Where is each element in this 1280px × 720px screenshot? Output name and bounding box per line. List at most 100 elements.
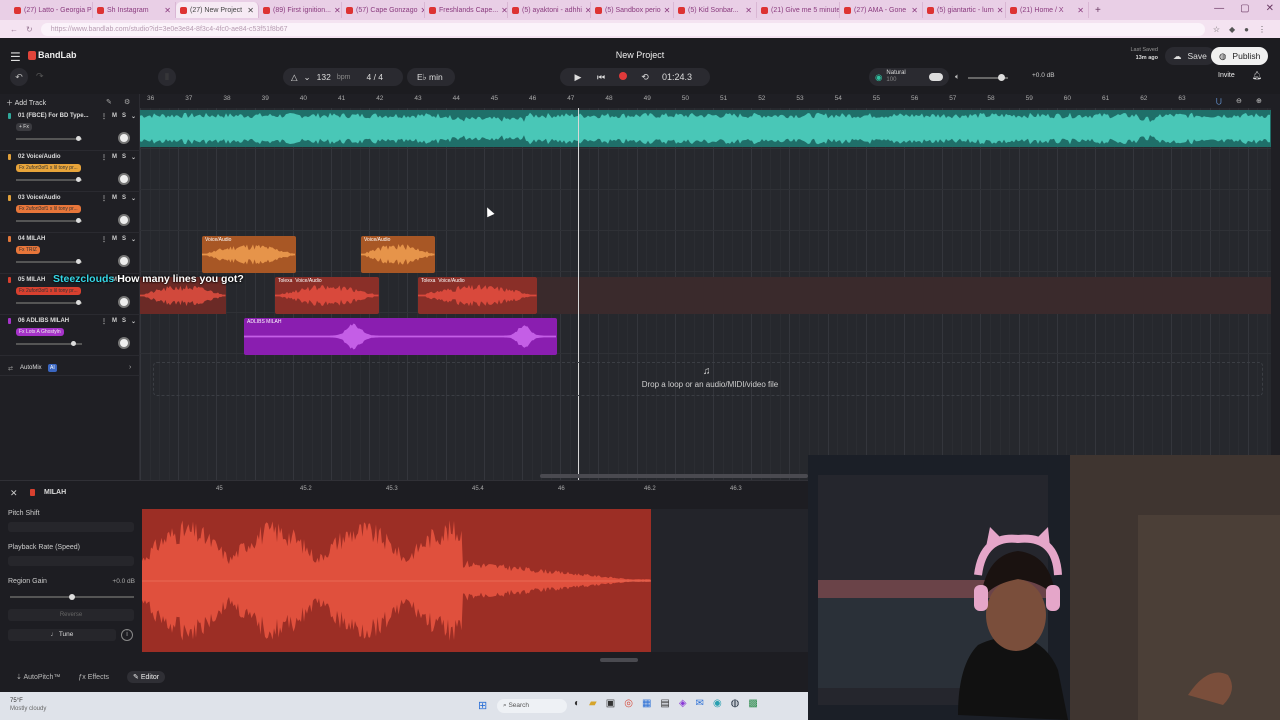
playhead[interactable] <box>578 108 579 480</box>
undo-button[interactable]: ↶ <box>10 68 28 86</box>
track-options-icon[interactable]: ⋮ <box>101 195 107 202</box>
pan-knob[interactable] <box>118 255 130 267</box>
play-button[interactable]: ▶ <box>566 72 590 83</box>
automix-row[interactable]: ⇄ AutoMix AI › <box>0 362 140 376</box>
track-name[interactable]: 04 MILAH <box>18 236 45 242</box>
zoom-in-icon[interactable]: ⊕ <box>1256 97 1262 105</box>
browser-tab[interactable]: (27) Latto - Georgia Pe✕ <box>10 2 93 18</box>
maximize-button[interactable]: ▢ <box>1240 3 1249 14</box>
notifications-bell-icon[interactable]: 🔔︎ <box>1252 71 1262 80</box>
track-header[interactable]: 01 (FBCE) For BD Type... ⋮ M S ⌄ + Fx <box>0 110 140 151</box>
track-options-icon[interactable]: ⋮ <box>101 236 107 243</box>
browser-tab[interactable]: (5) Kid Sonbar... ✕ <box>674 2 757 18</box>
url-field[interactable]: https://www.bandlab.com/studio?id=3e0e3e… <box>40 22 1205 36</box>
solo-button[interactable]: S <box>122 318 126 325</box>
minimize-button[interactable]: — <box>1214 3 1224 14</box>
tab-close-icon[interactable]: ✕ <box>664 6 671 15</box>
browser-tab[interactable]: (57) Cape Gonzago✕ <box>342 2 425 18</box>
chevron-down-icon[interactable]: ⌄ <box>304 72 311 83</box>
track-lane[interactable] <box>140 149 1271 190</box>
track-name[interactable]: 03 Voice/Audio <box>18 195 61 201</box>
clip-track-05-a[interactable]: Tolexa Voice/Audio <box>275 277 379 314</box>
mute-button[interactable]: M <box>112 318 117 325</box>
track-options-icon[interactable]: ⋮ <box>101 318 107 325</box>
track-volume-fader[interactable] <box>16 218 82 223</box>
editor-ruler[interactable]: 45 45.2 45.3 45.4 46 46.2 46.3 <box>140 481 808 497</box>
add-track-button[interactable]: ＋ Add Track <box>6 98 46 108</box>
track-header[interactable]: 06 ADLIBS MILAH ⋮ M S ⌄ Fx Lots A Ghostyln <box>0 315 140 356</box>
settings-tool-icon[interactable]: ⚙ <box>124 98 130 106</box>
bpm-value[interactable]: 132 <box>317 72 331 82</box>
app-icon-1[interactable]: ◐ <box>574 698 580 709</box>
editor-waveform-clip[interactable] <box>142 509 651 652</box>
time-signature[interactable]: 4 / 4 <box>366 72 383 82</box>
browser-tab[interactable]: (27) AMA - Gone ✕ <box>840 2 923 18</box>
clip-track-06[interactable]: ADLIBS MILAH <box>244 318 557 355</box>
tab-close-icon[interactable]: ✕ <box>911 6 918 15</box>
app-icon-4[interactable]: ◈ <box>679 698 687 709</box>
browser-tab[interactable]: Freshlands Cape... ✕ <box>425 2 508 18</box>
browser-tab[interactable]: (5) Sandbox perio ✕ <box>591 2 674 18</box>
hamburger-menu-icon[interactable]: ☰ <box>10 50 21 64</box>
browser-tab[interactable]: (27) New Project ✕ <box>176 2 259 18</box>
folder-icon[interactable]: ▰ <box>589 698 597 709</box>
track-options-icon[interactable]: ⋮ <box>101 113 107 120</box>
tab-close-icon[interactable]: ✕ <box>501 6 507 15</box>
mail-icon[interactable]: ✉ <box>696 698 704 709</box>
publish-button[interactable]: ◍ Publish <box>1211 47 1269 65</box>
pitch-shift-control[interactable] <box>8 522 134 532</box>
track-header[interactable]: 04 MILAH ⋮ M S ⌄ Fx TRIZ <box>0 233 140 274</box>
tune-button[interactable]: ♩ Tune <box>8 629 116 641</box>
app-icon-5[interactable]: ▩ <box>748 698 757 709</box>
track-volume-fader[interactable] <box>16 136 82 141</box>
browser-tab[interactable]: (5) ayaktoni - adhhi ✕ <box>508 2 591 18</box>
taskbar-search[interactable]: ⌕ Search <box>497 699 567 713</box>
tab-close-icon[interactable]: ✕ <box>997 6 1004 15</box>
solo-button[interactable]: S <box>122 154 126 161</box>
reload-icon[interactable]: ↻ <box>26 25 33 34</box>
timeline-ruler[interactable]: 36 37 38 39 40 41 42 43 44 45 46 47 48 49 50 51 52 53 54 55… <box>140 94 1280 108</box>
browser-tab[interactable]: (21) Home / X ✕ <box>1006 2 1089 18</box>
track-volume-fader[interactable] <box>16 177 82 182</box>
chevron-down-icon[interactable]: ⌄ <box>131 154 136 161</box>
loop-button[interactable]: ⟲ <box>634 72 656 83</box>
back-icon[interactable]: ← <box>10 25 18 34</box>
effects-chip[interactable]: Fx 2ufort3of1 x lil tony pr... <box>16 164 81 172</box>
clip-track-05-b[interactable]: Tolexa Voice/Audio <box>418 277 537 314</box>
tab-close-icon[interactable]: ✕ <box>1077 6 1084 15</box>
app-icon-3[interactable]: ▦ <box>642 698 651 709</box>
track-volume-fader[interactable] <box>16 341 82 346</box>
skip-back-button[interactable]: ⏮ <box>590 72 612 83</box>
chevron-down-icon[interactable]: ⌄ <box>131 113 136 120</box>
track-name[interactable]: 05 MILAH <box>18 277 45 283</box>
star-icon[interactable]: ☆ <box>1213 25 1220 34</box>
vertical-scrollbar[interactable] <box>1271 108 1280 480</box>
speaker-icon[interactable]: 🔈︎ <box>955 72 960 82</box>
effects-chip[interactable]: + Fx <box>16 123 32 131</box>
record-button[interactable] <box>612 72 634 82</box>
chevron-down-icon[interactable]: ⌄ <box>131 236 136 243</box>
pan-knob[interactable] <box>118 214 130 226</box>
effects-chip[interactable]: Fx TRIZ <box>16 246 40 254</box>
track-header[interactable]: 02 Voice/Audio ⋮ M S ⌄ Fx 2ufort3of1 x lil to… <box>0 151 140 192</box>
browser-tab[interactable]: Sh Instagram ✕ <box>93 2 176 18</box>
mixer-button[interactable]: ⦀ <box>158 68 176 86</box>
redo-button[interactable]: ↷ <box>36 71 44 82</box>
region-gain-slider[interactable] <box>10 594 134 600</box>
tuner-toggle[interactable]: ◉ Natural 100 <box>869 68 949 86</box>
tab-close-icon[interactable]: ✕ <box>164 6 171 15</box>
app-icon-2[interactable]: ▣ <box>606 698 615 709</box>
chevron-down-icon[interactable]: ⌄ <box>131 195 136 202</box>
reverse-button[interactable]: Reverse <box>8 609 134 621</box>
project-title[interactable]: New Project <box>580 50 700 60</box>
steam-icon[interactable]: ◍ <box>731 698 740 709</box>
track-name[interactable]: 06 ADLIBS MILAH <box>18 318 69 324</box>
pan-knob[interactable] <box>118 337 130 349</box>
store-icon[interactable]: ▤ <box>660 698 669 709</box>
track-name[interactable]: 02 Voice/Audio <box>18 154 61 160</box>
track-options-icon[interactable]: ⋮ <box>101 154 107 161</box>
tab-autopitch[interactable]: ⇣ AutoPitch™ <box>16 673 60 681</box>
weather-widget[interactable]: 75°F Mostly cloudy <box>10 697 46 713</box>
clip-track-01[interactable] <box>140 110 1271 147</box>
tab-close-icon[interactable]: ✕ <box>745 6 752 15</box>
